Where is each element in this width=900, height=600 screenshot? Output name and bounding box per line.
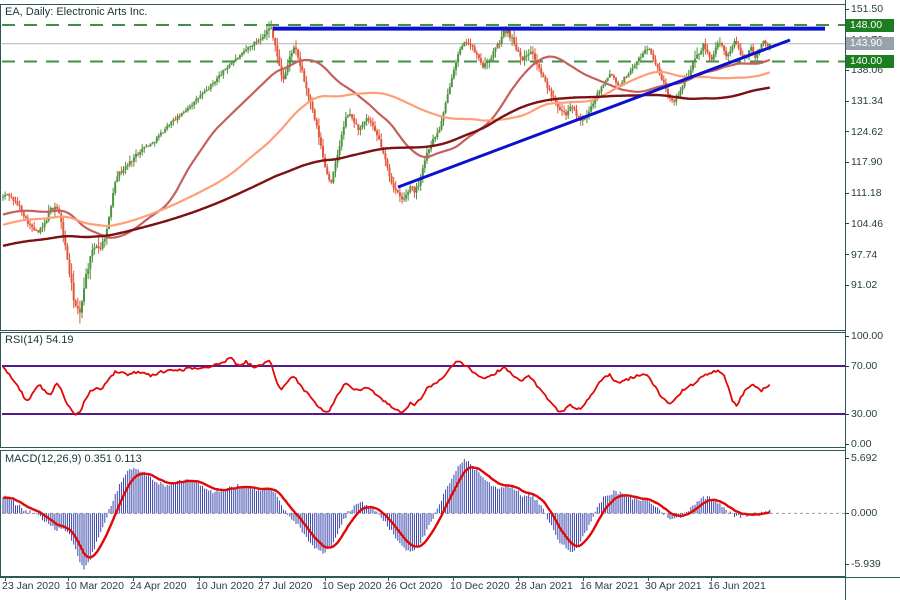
rsi-tick: 100.00 [851, 330, 883, 342]
price-tick: 104.46 [851, 218, 883, 230]
price-axis-line [845, 0, 846, 600]
rsi-label: RSI(14) 54.19 [5, 334, 73, 346]
price-level-badge: 148.00 [846, 19, 894, 32]
chart-title: EA, Daily: Electronic Arts Inc. [5, 6, 147, 18]
macd-tick: 5.692 [851, 452, 877, 464]
price-tick: 111.18 [851, 187, 882, 199]
price-tick: 124.62 [851, 126, 883, 138]
price-tick: 144.78 [851, 34, 883, 46]
price-tick: 117.90 [851, 156, 882, 168]
macd-label: MACD(12,26,9) 0.351 0.113 [5, 453, 142, 465]
rsi-tick: 30.00 [851, 408, 877, 420]
rsi-tick: 70.00 [851, 360, 877, 372]
macd-tick: 0.000 [851, 507, 877, 519]
chart-window: EA, Daily: Electronic Arts Inc. RSI(14) … [0, 0, 900, 600]
price-tick: 138.06 [851, 64, 883, 76]
macd-indicator-panel[interactable] [0, 450, 846, 577]
price-level-badge: 143.90 [846, 37, 894, 50]
price-tick: 131.34 [851, 95, 883, 107]
time-axis[interactable] [0, 577, 900, 600]
price-level-badge: 140.00 [846, 55, 894, 68]
price-chart-panel[interactable] [0, 4, 846, 331]
price-tick: 97.74 [851, 249, 877, 261]
price-tick: 151.50 [851, 3, 883, 15]
rsi-indicator-panel[interactable] [0, 332, 846, 448]
rsi-tick: 0.00 [851, 438, 871, 450]
price-tick: 91.02 [851, 279, 877, 291]
macd-tick: -5.939 [851, 558, 881, 570]
